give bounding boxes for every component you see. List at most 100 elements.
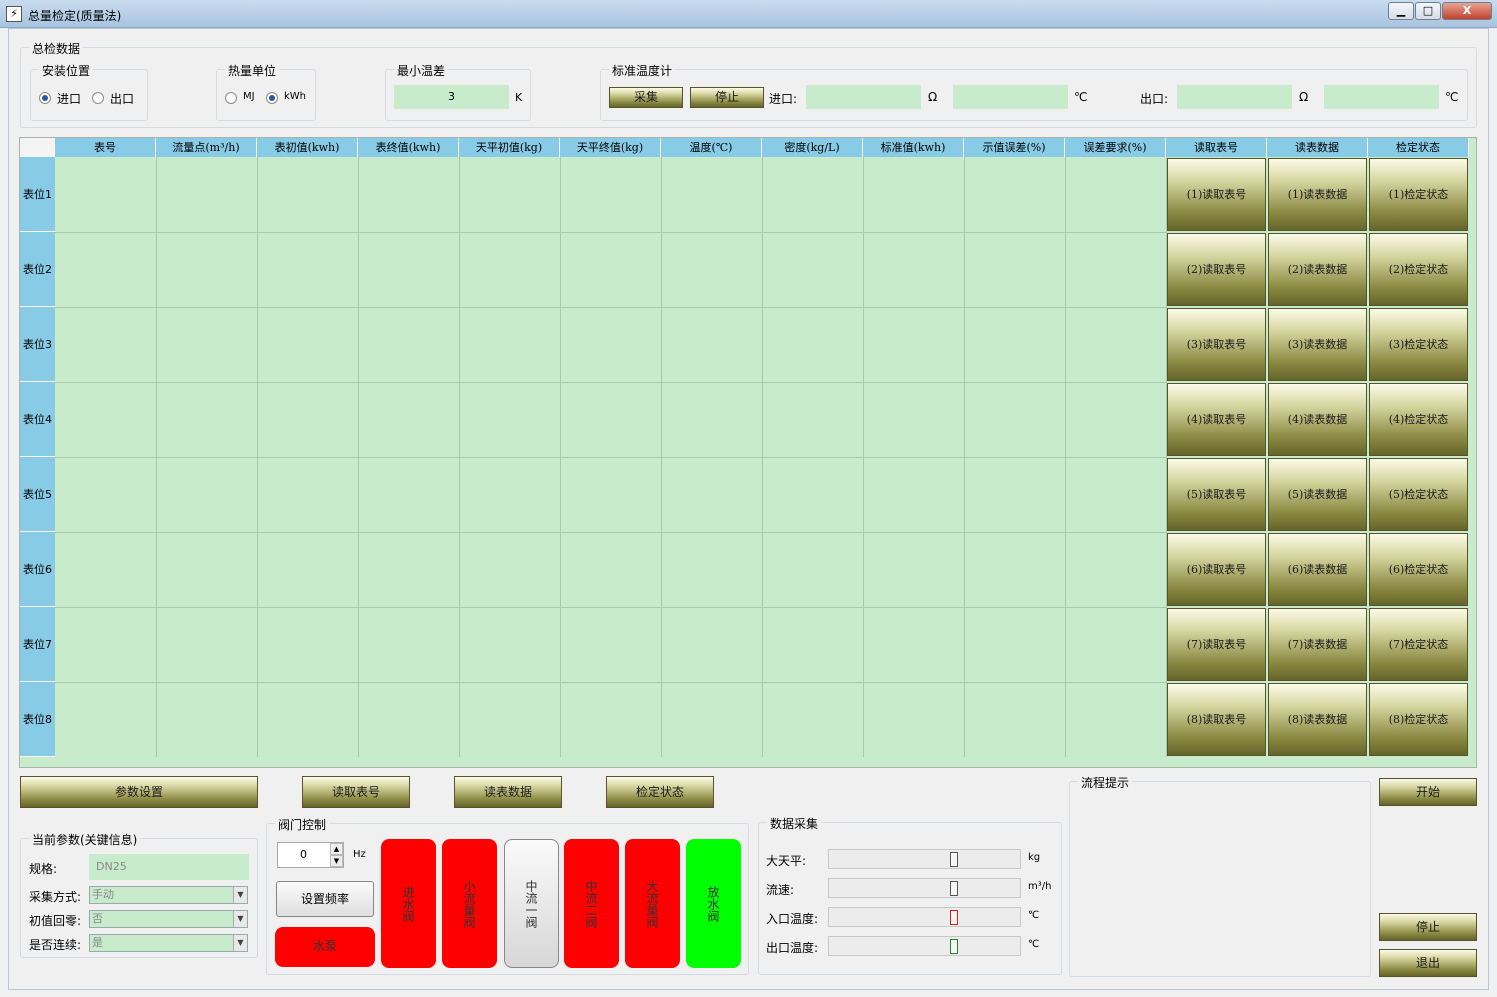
slider-thumb[interactable] (950, 852, 958, 867)
col-header-read-data[interactable]: 读表数据 (1267, 138, 1368, 157)
read-data-button-7[interactable]: (7)读表数据 (1268, 608, 1367, 681)
radio-outlet[interactable] (92, 92, 104, 104)
close-button[interactable]: X (1442, 2, 1492, 20)
read-id-button-7[interactable]: (7)读取表号 (1167, 608, 1266, 681)
inlet-temp-slider[interactable] (828, 907, 1021, 927)
chevron-down-icon[interactable]: ▼ (233, 935, 247, 951)
minimize-button[interactable]: ▁ (1388, 2, 1414, 20)
row-header-4[interactable]: 表位4 (20, 382, 55, 457)
read-data-button-1[interactable]: (1)读表数据 (1268, 158, 1367, 231)
col-header-check-state[interactable]: 检定状态 (1368, 138, 1469, 157)
min-temp-field[interactable]: 3 (394, 85, 509, 109)
read-id-button-3[interactable]: (3)读取表号 (1167, 308, 1266, 381)
continuous-select[interactable]: 是 ▼ (89, 934, 248, 952)
row-header-3[interactable]: 表位3 (20, 307, 55, 382)
read-id-button-5[interactable]: (5)读取表号 (1167, 458, 1266, 531)
read-data-button-8[interactable]: (8)读表数据 (1268, 683, 1367, 756)
col-header-flow-point[interactable]: 流量点(m³/h) (156, 138, 257, 157)
check-state-all-button[interactable]: 检定状态 (606, 776, 714, 808)
check-state-button-2[interactable]: (2)检定状态 (1369, 233, 1468, 306)
meter-data-grid[interactable]: 表号 流量点(m³/h) 表初值(kwh) 表终值(kwh) 天平初值(kg) … (19, 137, 1477, 768)
parameter-settings-button[interactable]: 参数设置 (20, 776, 258, 808)
outlet-temp-label: 出口温度: (766, 941, 819, 955)
check-state-button-4[interactable]: (4)检定状态 (1369, 383, 1468, 456)
slider-thumb[interactable] (950, 939, 958, 954)
check-state-button-7[interactable]: (7)检定状态 (1369, 608, 1468, 681)
col-header-read-id[interactable]: 读取表号 (1166, 138, 1267, 157)
inlet-ohm-field[interactable] (806, 85, 921, 109)
inlet-celsius-field[interactable] (953, 85, 1068, 109)
read-id-button-6[interactable]: (6)读取表号 (1167, 533, 1266, 606)
read-data-button-4[interactable]: (4)读表数据 (1268, 383, 1367, 456)
col-header-balance-start[interactable]: 天平初值(kg) (459, 138, 560, 157)
grid-divider (55, 457, 1166, 458)
read-data-button-6[interactable]: (6)读表数据 (1268, 533, 1367, 606)
row-header-1[interactable]: 表位1 (20, 157, 55, 232)
read-data-button-2[interactable]: (2)读表数据 (1268, 233, 1367, 306)
maximize-button[interactable]: □ (1415, 2, 1441, 20)
set-frequency-button[interactable]: 设置频率 (276, 881, 374, 917)
check-state-button-8[interactable]: (8)检定状态 (1369, 683, 1468, 756)
read-data-all-button[interactable]: 读表数据 (454, 776, 562, 808)
spec-field[interactable]: DN25 (89, 854, 249, 880)
large-flow-valve-button[interactable]: 大流量阀 (625, 839, 680, 968)
check-state-button-3[interactable]: (3)检定状态 (1369, 308, 1468, 381)
col-header-balance-end[interactable]: 天平终值(kg) (560, 138, 661, 157)
col-header-temperature[interactable]: 温度(℃) (661, 138, 762, 157)
flow-rate-slider[interactable] (828, 878, 1021, 898)
exit-button[interactable]: 退出 (1379, 949, 1477, 977)
col-header-standard-value[interactable]: 标准值(kwh) (863, 138, 964, 157)
collect-button[interactable]: 采集 (609, 87, 683, 108)
stop-button[interactable]: 停止 (1379, 913, 1477, 941)
drain-valve-button[interactable]: 放水阀 (686, 839, 741, 968)
start-button[interactable]: 开始 (1379, 778, 1477, 806)
mid-flow-valve-2-button[interactable]: 中流二阀 (564, 839, 619, 968)
col-header-error-requirement[interactable]: 误差要求(%) (1065, 138, 1166, 157)
radio-mj[interactable] (225, 92, 237, 104)
row-header-5[interactable]: 表位5 (20, 457, 55, 532)
read-id-button-4[interactable]: (4)读取表号 (1167, 383, 1266, 456)
small-flow-valve-button[interactable]: 小流量阀 (442, 839, 497, 968)
check-state-button-6[interactable]: (6)检定状态 (1369, 533, 1468, 606)
outlet-ohm-field[interactable] (1177, 85, 1292, 109)
spin-up-icon[interactable]: ▲ (330, 843, 343, 855)
row-header-8[interactable]: 表位8 (20, 682, 55, 757)
read-id-button-1[interactable]: (1)读取表号 (1167, 158, 1266, 231)
col-header-indication-error[interactable]: 示值误差(%) (964, 138, 1065, 157)
read-data-button-5[interactable]: (5)读表数据 (1268, 458, 1367, 531)
pump-button[interactable]: 水泵 (275, 927, 375, 967)
heat-unit-title: 热量单位 (225, 62, 280, 79)
check-state-button-1[interactable]: (1)检定状态 (1369, 158, 1468, 231)
inlet-valve-button[interactable]: 进水阀 (381, 839, 436, 968)
read-id-button-2[interactable]: (2)读取表号 (1167, 233, 1266, 306)
radio-mj-label: MJ (243, 91, 255, 102)
thermometer-stop-button[interactable]: 停止 (690, 87, 764, 108)
install-position-title: 安装位置 (39, 62, 94, 79)
row-header-6[interactable]: 表位6 (20, 532, 55, 607)
flow-hint-group: 流程提示 (1069, 774, 1371, 977)
radio-kwh[interactable] (266, 92, 278, 104)
col-header-meter-end[interactable]: 表终值(kwh) (358, 138, 459, 157)
outlet-celsius-field[interactable] (1324, 85, 1439, 109)
read-data-button-3[interactable]: (3)读表数据 (1268, 308, 1367, 381)
spin-down-icon[interactable]: ▼ (330, 855, 343, 867)
outlet-temp-slider[interactable] (828, 936, 1021, 956)
radio-inlet[interactable] (39, 92, 51, 104)
check-state-button-5[interactable]: (5)检定状态 (1369, 458, 1468, 531)
chevron-down-icon[interactable]: ▼ (233, 887, 247, 903)
valve-control-title: 阀门控制 (275, 816, 330, 833)
acquisition-mode-select[interactable]: 手动 ▼ (89, 886, 248, 904)
slider-thumb[interactable] (950, 910, 958, 925)
col-header-meter-no[interactable]: 表号 (55, 138, 156, 157)
row-header-7[interactable]: 表位7 (20, 607, 55, 682)
read-id-button-8[interactable]: (8)读取表号 (1167, 683, 1266, 756)
col-header-density[interactable]: 密度(kg/L) (762, 138, 863, 157)
chevron-down-icon[interactable]: ▼ (233, 911, 247, 927)
mid-flow-valve-1-button[interactable]: 中流一阀 (504, 839, 559, 968)
col-header-meter-start[interactable]: 表初值(kwh) (257, 138, 358, 157)
row-header-2[interactable]: 表位2 (20, 232, 55, 307)
balance-slider[interactable] (828, 849, 1021, 869)
slider-thumb[interactable] (950, 881, 958, 896)
read-id-all-button[interactable]: 读取表号 (302, 776, 410, 808)
initial-zero-select[interactable]: 否 ▼ (89, 910, 248, 928)
